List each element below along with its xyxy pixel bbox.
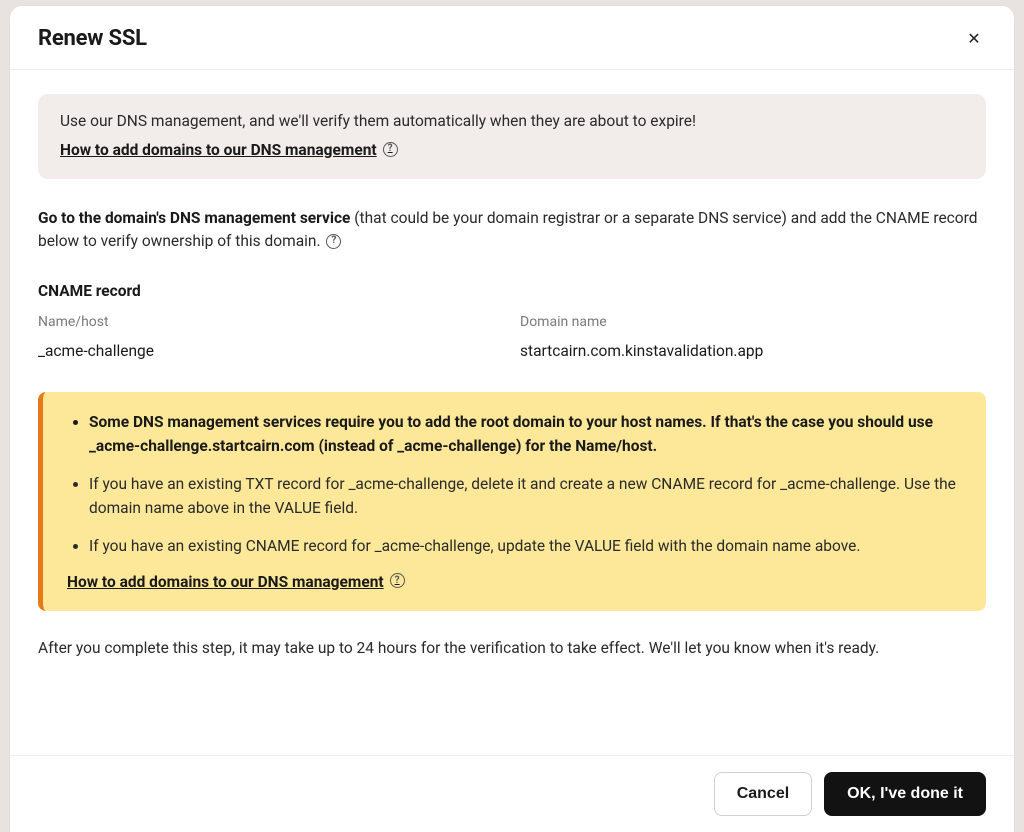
warning-box: Some DNS management services require you… xyxy=(38,392,986,611)
warning-item1-value: _acme-challenge.startcairn.com xyxy=(89,437,315,455)
warning-item1-suffix: (instead of _acme-challenge) for the Nam… xyxy=(315,437,658,455)
cname-name-label: Name/host xyxy=(38,314,504,330)
close-icon: ✕ xyxy=(967,29,980,49)
cname-record-grid: Name/host Domain name _acme-challenge st… xyxy=(38,314,986,360)
warning-item1-prefix: Some DNS management services require you… xyxy=(89,413,933,431)
help-icon[interactable]: ? xyxy=(326,234,341,249)
cname-name-value: _acme-challenge xyxy=(38,338,504,360)
cname-domain-value: startcairn.com.kinstavalidation.app xyxy=(520,338,986,360)
confirm-button[interactable]: OK, I've done it xyxy=(824,772,986,816)
after-completion-text: After you complete this step, it may tak… xyxy=(38,637,986,660)
close-button[interactable]: ✕ xyxy=(962,27,986,51)
cancel-button[interactable]: Cancel xyxy=(714,772,812,816)
warning-item-txt-record: If you have an existing TXT record for _… xyxy=(89,472,962,520)
renew-ssl-modal: Renew SSL ✕ Use our DNS management, and … xyxy=(10,6,1014,832)
warning-item-root-domain: Some DNS management services require you… xyxy=(89,410,962,458)
info-box-text: Use our DNS management, and we'll verify… xyxy=(60,112,964,130)
instruction-bold: Go to the domain's DNS management servic… xyxy=(38,209,350,227)
modal-body: Use our DNS management, and we'll verify… xyxy=(10,70,1014,755)
warning-list: Some DNS management services require you… xyxy=(67,410,962,558)
modal-header: Renew SSL ✕ xyxy=(10,6,1014,70)
warning-link-text: How to add domains to our DNS management xyxy=(67,573,384,591)
cname-section-title: CNAME record xyxy=(38,282,986,300)
modal-footer: Cancel OK, I've done it xyxy=(10,755,1014,832)
dns-management-link[interactable]: How to add domains to our DNS management… xyxy=(60,141,398,159)
warning-item-cname-record: If you have an existing CNAME record for… xyxy=(89,534,962,558)
help-icon: ? xyxy=(383,142,398,157)
instruction-text: Go to the domain's DNS management servic… xyxy=(38,207,986,254)
warning-dns-link[interactable]: How to add domains to our DNS management… xyxy=(67,573,405,591)
help-icon: ? xyxy=(390,573,405,588)
dns-info-box: Use our DNS management, and we'll verify… xyxy=(38,94,986,179)
cname-domain-label: Domain name xyxy=(520,314,986,330)
info-box-link-text: How to add domains to our DNS management xyxy=(60,141,377,159)
modal-title: Renew SSL xyxy=(38,26,147,51)
